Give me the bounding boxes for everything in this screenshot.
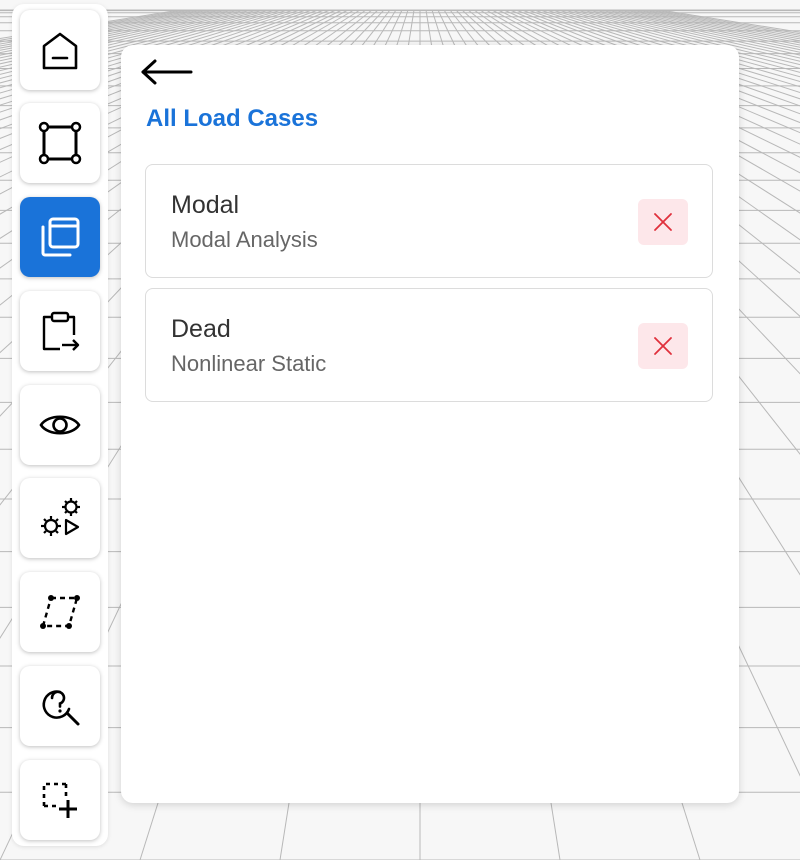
home-button[interactable] [20, 10, 100, 90]
load-case-card[interactable]: Dead Nonlinear Static [145, 288, 713, 402]
home-icon [42, 32, 78, 70]
load-case-name: Modal [171, 191, 240, 219]
panel-title: All Load Cases [146, 105, 319, 132]
geometry-button[interactable] [20, 103, 100, 183]
arrow-left-icon [141, 59, 193, 85]
shape-button[interactable] [20, 572, 100, 652]
load-case-type: Nonlinear Static [171, 351, 327, 376]
load-case-name: Dead [171, 315, 231, 343]
clipboard-export-icon [42, 311, 80, 351]
delete-load-case-button[interactable] [638, 199, 688, 245]
load-case-card[interactable]: Modal Modal Analysis [145, 164, 713, 278]
eye-icon [39, 415, 81, 435]
dashed-parallelogram-icon [40, 595, 80, 629]
close-icon [654, 213, 672, 231]
close-icon [654, 337, 672, 355]
left-toolbar [12, 4, 108, 846]
selection-add-icon [42, 782, 77, 818]
load-case-type: Modal Analysis [171, 227, 318, 252]
view-button[interactable] [20, 385, 100, 465]
help-search-icon [42, 690, 80, 726]
export-button[interactable] [20, 291, 100, 371]
load-cases-button[interactable] [20, 197, 100, 277]
square-nodes-icon [38, 121, 82, 165]
delete-load-case-button[interactable] [638, 323, 688, 369]
run-analysis-button[interactable] [20, 478, 100, 558]
layers-icon [41, 217, 80, 257]
gears-play-icon [41, 498, 80, 536]
back-button[interactable] [139, 57, 195, 87]
add-selection-button[interactable] [20, 760, 100, 840]
help-search-button[interactable] [20, 666, 100, 746]
load-cases-panel: All Load Cases Modal Modal Analysis Dead… [121, 45, 739, 803]
